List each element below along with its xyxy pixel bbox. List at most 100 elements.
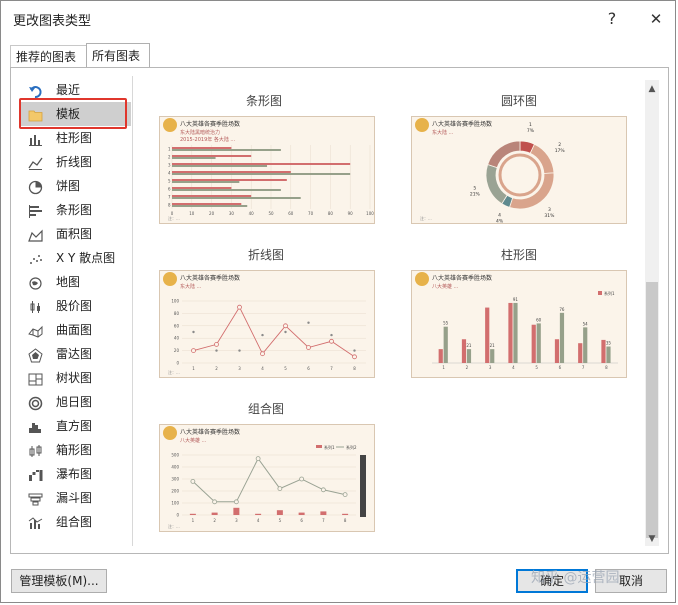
template-donut-chart[interactable]: 八大英雄各赛季胜场数 东大陆 ... 注：... 1 7% 2 17% 3 31% 4 4% 5…: [411, 116, 627, 224]
y-tick-label: 5: [168, 179, 171, 184]
x-tick-label: 2: [466, 365, 469, 370]
template-bar-chart[interactable]: 八大英雄各赛季胜场数 东大陆黑暗统治力 2015-2019年 各大陆 ... 注…: [159, 116, 375, 224]
titlebar: 更改图表类型 ? ✕: [1, 1, 675, 37]
template-badge-icon: [163, 272, 177, 286]
area-chart-icon: [28, 227, 43, 242]
series-1-bar: [298, 512, 305, 515]
bar: [172, 187, 232, 189]
x-tick-label: 10: [189, 211, 195, 216]
column: [578, 343, 583, 363]
sidebar-item-label: 雷达图: [56, 347, 93, 361]
column: [466, 349, 472, 363]
scroll-up-icon[interactable]: ▲: [645, 82, 659, 96]
overlay-bar: [360, 455, 366, 517]
series-2-point: [353, 349, 356, 352]
chart-title: 八大英雄各赛季胜场数: [432, 274, 492, 282]
sidebar-item-line-chart[interactable]: 折线图: [19, 150, 131, 174]
sidebar-item-label: 最近: [56, 83, 81, 97]
x-tick-label: 2: [215, 366, 218, 371]
series-1-point: [329, 338, 334, 344]
x-tick-label: 3: [238, 366, 241, 371]
sidebar-item-pie-chart[interactable]: 饼图: [19, 174, 131, 198]
line-chart-icon: [28, 155, 43, 170]
column: [606, 346, 611, 363]
y-tick-label: 7: [168, 195, 171, 200]
bar: [172, 163, 351, 165]
template-caption-bar: 条形图: [246, 94, 283, 108]
template-column-chart[interactable]: 八大英雄各赛季胜场数 八大英雄 ... 系列1 55 1 21 2 21 3 91 4 60 5 7…: [411, 270, 627, 378]
gallery-scrollbar[interactable]: ▲ ▼: [645, 80, 659, 546]
sidebar-item-label: 组合图: [56, 515, 93, 529]
series-1-bar: [255, 513, 262, 515]
series-1-bar: [233, 507, 240, 515]
sidebar-item-label: 柱形图: [56, 131, 93, 145]
bar: [172, 149, 281, 151]
sidebar-item-scatter-chart[interactable]: X Y 散点图: [19, 246, 131, 270]
sidebar-item-surface-chart[interactable]: 曲面图: [19, 318, 131, 342]
manage-templates-button[interactable]: 管理模板(M)...: [11, 569, 107, 593]
sidebar-item-waterfall-chart[interactable]: 瀑布图: [19, 462, 131, 486]
series-2-point: [238, 349, 241, 352]
sidebar-item-label: 饼图: [56, 179, 81, 193]
sidebar-item-bar-chart[interactable]: 条形图: [19, 198, 131, 222]
inner-ring: [498, 153, 542, 197]
dialog-title: 更改图表类型: [13, 14, 92, 29]
data-label: 60: [536, 317, 542, 322]
sidebar-item-stock-chart[interactable]: 股价图: [19, 294, 131, 318]
sidebar-item-label: 曲面图: [56, 323, 93, 337]
sidebar-item-radar-chart[interactable]: 雷达图: [19, 342, 131, 366]
series-2-point: [307, 321, 310, 324]
tab-recommended[interactable]: 推荐的图表: [10, 45, 88, 67]
x-tick-label: 3: [235, 518, 238, 523]
template-caption-donut: 圆环图: [501, 94, 538, 108]
y-tick-label: 2: [168, 155, 171, 160]
column: [513, 302, 518, 363]
chart-subtitle: 八大英雄 ...: [432, 283, 459, 290]
sidebar-item-map-chart[interactable]: 地图: [19, 270, 131, 294]
series-1-point: [191, 348, 196, 353]
column: [531, 324, 536, 363]
sunburst-chart-icon: [28, 395, 43, 411]
slice-percent: 7%: [527, 128, 535, 134]
template-line-chart[interactable]: 八大英雄各赛季胜场数 东大陆 ... 注：... 0 20 40 60 80 100 1 2 3…: [159, 270, 375, 378]
template-combo-chart[interactable]: 八大英雄各赛季胜场数 八大英雄 ... 系列1 系列2 注：... 0 100 20…: [159, 424, 375, 532]
x-tick-label: 8: [353, 366, 356, 371]
series-2-point: [215, 349, 218, 352]
sidebar-item-label: 地图: [56, 275, 81, 289]
sidebar-item-funnel-chart[interactable]: 漏斗图: [19, 486, 131, 510]
slice-percent: 31%: [544, 213, 555, 219]
series-2-point: [261, 333, 264, 337]
donut-chart-preview: 八大英雄各赛季胜场数 东大陆 ... 注：... 17%217%331%44%5…: [415, 118, 565, 223]
x-tick-label: 40: [249, 211, 255, 216]
series-2-point: [192, 330, 195, 334]
data-label: 21: [466, 343, 472, 348]
y-tick-label: 300: [171, 477, 179, 482]
scrollbar-thumb[interactable]: [646, 282, 658, 538]
x-tick-label: 70: [308, 211, 314, 216]
help-button[interactable]: ?: [599, 7, 625, 31]
series-2-point: [190, 479, 196, 484]
scroll-down-icon[interactable]: ▼: [645, 532, 659, 546]
sidebar-item-label: 股价图: [56, 299, 93, 313]
legend-label: 系列1: [604, 290, 615, 296]
column: [536, 323, 541, 363]
sidebar-item-label: 面积图: [56, 227, 93, 241]
x-tick-label: 1: [192, 366, 195, 371]
y-tick-label: 40: [174, 336, 180, 341]
x-tick-label: 30: [229, 211, 235, 216]
close-button[interactable]: ✕: [643, 7, 669, 31]
sidebar-item-column-chart[interactable]: 柱形图: [19, 126, 131, 150]
sidebar-item-sunburst-chart[interactable]: 旭日图: [19, 390, 131, 414]
sidebar-item-histogram-chart[interactable]: 直方图: [19, 414, 131, 438]
all-charts-panel: 最近 模板 柱形图 折线图 饼图 条形图 面积图 X Y 散点图 地图 股价图 曲面图 雷达图 树状图旭…: [10, 67, 669, 554]
legend-label-2: 系列2: [346, 444, 357, 450]
sidebar-item-boxplot-chart[interactable]: 箱形图: [19, 438, 131, 462]
bar: [172, 203, 242, 205]
tab-all-charts[interactable]: 所有图表: [86, 43, 150, 67]
change-chart-type-dialog: 更改图表类型 ? ✕ 推荐的图表 所有图表 最近 模板 柱形图 折线图 饼图 条形图 面积图…: [0, 0, 676, 603]
sidebar-item-combo-chart[interactable]: 组合图: [19, 510, 131, 534]
sidebar-item-treemap-chart[interactable]: 树状图: [19, 366, 131, 390]
x-tick-label: 100: [366, 211, 374, 216]
data-label: 91: [513, 297, 519, 302]
sidebar-item-area-chart[interactable]: 面积图: [19, 222, 131, 246]
